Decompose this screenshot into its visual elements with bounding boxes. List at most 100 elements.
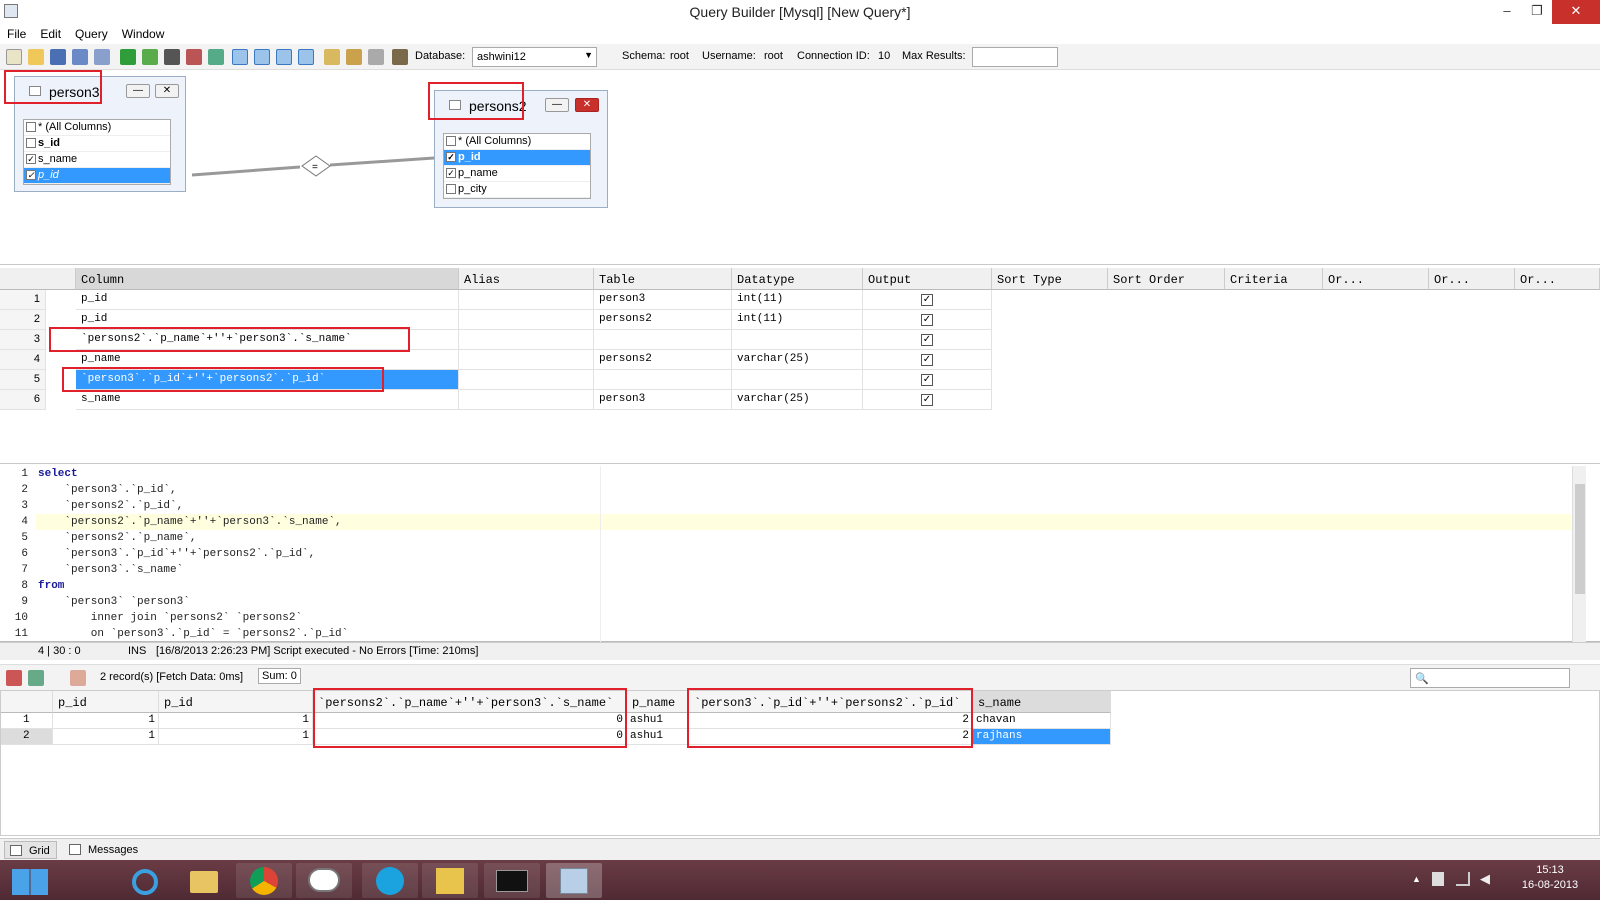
stop-icon[interactable] xyxy=(164,49,180,65)
column-item[interactable]: * (All Columns) xyxy=(444,134,590,150)
minimize-button[interactable]: – xyxy=(1492,0,1522,24)
grid-cell[interactable] xyxy=(459,290,594,310)
column-header[interactable]: Or... xyxy=(1515,268,1600,290)
result-cell[interactable]: 1 xyxy=(53,729,159,745)
result-cell[interactable]: 2 xyxy=(689,713,973,729)
column-header[interactable]: Output xyxy=(863,268,992,290)
column-item[interactable]: ✓ p_id xyxy=(24,168,170,184)
output-checkbox[interactable]: ✓ xyxy=(921,374,933,386)
close-icon[interactable]: ✕ xyxy=(155,84,179,98)
filter-icon[interactable] xyxy=(368,49,384,65)
execute-icon[interactable] xyxy=(120,49,136,65)
grid-cell[interactable] xyxy=(594,330,732,350)
column-header[interactable]: Or... xyxy=(1429,268,1515,290)
cmd-icon[interactable] xyxy=(484,863,540,898)
output-checkbox[interactable]: ✓ xyxy=(921,294,933,306)
grid-cell[interactable] xyxy=(732,370,863,390)
grid-cell[interactable]: varchar(25) xyxy=(732,350,863,370)
checkbox[interactable]: ✓ xyxy=(26,170,36,180)
result-cell[interactable]: rajhans xyxy=(973,729,1111,745)
export-icon[interactable] xyxy=(208,49,224,65)
grid-cell[interactable]: p_name xyxy=(76,350,459,370)
column-header[interactable]: Sort Type xyxy=(992,268,1108,290)
explorer-icon[interactable] xyxy=(176,863,232,898)
table-window-persons2[interactable]: persons2 — ✕ * (All Columns) ✓ p_id ✓ p_na… xyxy=(434,90,608,208)
code-line[interactable]: inner join `persons2` `persons2` xyxy=(38,612,302,624)
output-checkbox[interactable]: ✓ xyxy=(921,394,933,406)
tab-grid[interactable]: Grid xyxy=(4,841,57,859)
menu-window[interactable]: Window xyxy=(115,24,172,41)
result-cell[interactable]: 0 xyxy=(313,713,627,729)
result-cell[interactable]: 2 xyxy=(689,729,973,745)
code-line[interactable]: `person3`.`s_name` xyxy=(38,564,183,576)
minimize-icon[interactable]: — xyxy=(126,84,150,98)
code-line[interactable]: `persons2`.`p_id`, xyxy=(38,500,183,512)
max-results-input[interactable] xyxy=(972,47,1058,67)
result-cell[interactable]: 1 xyxy=(53,713,159,729)
column-header[interactable]: Datatype xyxy=(732,268,863,290)
menu-file[interactable]: File xyxy=(0,24,33,41)
output-checkbox[interactable]: ✓ xyxy=(921,354,933,366)
table-window-person3[interactable]: person3 — ✕ * (All Columns) s_id ✓ s_name… xyxy=(14,76,186,192)
sqlyog-icon[interactable] xyxy=(546,863,602,898)
explain-icon[interactable] xyxy=(186,49,202,65)
refresh-icon[interactable] xyxy=(70,670,86,686)
tab-messages[interactable]: Messages xyxy=(64,841,144,859)
column-item[interactable]: * (All Columns) xyxy=(24,120,170,136)
close-icon[interactable]: ✕ xyxy=(575,98,599,112)
execute-current-icon[interactable] xyxy=(142,49,158,65)
code-line[interactable]: `person3` `person3` xyxy=(38,596,189,608)
ie-icon[interactable] xyxy=(118,863,174,898)
database-select[interactable]: ashwini12 ▼ xyxy=(472,47,597,67)
grid-cell[interactable]: varchar(25) xyxy=(732,390,863,410)
search-input[interactable]: 🔍 xyxy=(1410,668,1570,688)
code-line[interactable]: from xyxy=(38,580,64,592)
result-header[interactable]: p_id xyxy=(53,691,159,713)
grid-cell[interactable] xyxy=(732,330,863,350)
save-icon[interactable] xyxy=(50,49,66,65)
result-cell[interactable]: chavan xyxy=(973,713,1111,729)
sql-editor[interactable]: 1 select 2 `person3`.`p_id`, 3 `persons2… xyxy=(0,466,1600,642)
grid-icon[interactable] xyxy=(324,49,340,65)
minimize-icon[interactable]: — xyxy=(545,98,569,112)
column-item[interactable]: s_id xyxy=(24,136,170,152)
result-header[interactable]: p_id xyxy=(159,691,313,713)
column-header[interactable]: Sort Order xyxy=(1108,268,1225,290)
save-as-icon[interactable] xyxy=(72,49,88,65)
result-cell[interactable]: 1 xyxy=(159,729,313,745)
column-header[interactable]: Or... xyxy=(1323,268,1429,290)
grid-cell[interactable]: persons2 xyxy=(594,310,732,330)
start-button[interactable] xyxy=(6,863,56,898)
grid-cell[interactable] xyxy=(459,370,594,390)
grid-cell[interactable]: p_id xyxy=(76,310,459,330)
grid-cell[interactable]: s_name xyxy=(76,390,459,410)
checkbox[interactable] xyxy=(26,138,36,148)
scrollbar-thumb[interactable] xyxy=(1575,484,1585,594)
close-button[interactable]: ✕ xyxy=(1552,0,1600,24)
gtalk-icon[interactable] xyxy=(296,863,352,898)
checkbox[interactable] xyxy=(446,136,456,146)
grid-cell[interactable]: persons2 xyxy=(594,350,732,370)
layout-icon-3[interactable] xyxy=(276,49,292,65)
output-checkbox[interactable]: ✓ xyxy=(921,334,933,346)
result-header[interactable]: p_name xyxy=(627,691,689,713)
code-line[interactable]: `persons2`.`p_name`, xyxy=(38,532,196,544)
checkbox[interactable]: ✓ xyxy=(446,168,456,178)
grid-cell[interactable]: person3 xyxy=(594,390,732,410)
column-header[interactable]: Table xyxy=(594,268,732,290)
output-checkbox[interactable]: ✓ xyxy=(921,314,933,326)
skype-icon[interactable] xyxy=(362,863,418,898)
result-header[interactable]: `person3`.`p_id`+''+`persons2`.`p_id` xyxy=(689,691,973,713)
result-cell[interactable]: ashu1 xyxy=(627,713,689,729)
restore-button[interactable]: ❐ xyxy=(1522,0,1552,24)
grid-cell[interactable]: `persons2`.`p_name`+''+`person3`.`s_name… xyxy=(76,330,459,350)
checkbox[interactable]: ✓ xyxy=(446,152,456,162)
edit-results-icon[interactable] xyxy=(6,670,22,686)
result-cell[interactable]: ashu1 xyxy=(627,729,689,745)
network-icon[interactable] xyxy=(1456,872,1470,886)
column-item[interactable]: p_city xyxy=(444,182,590,198)
grid-cell[interactable]: int(11) xyxy=(732,290,863,310)
grid-cell[interactable] xyxy=(594,370,732,390)
clock[interactable]: 15:13 16-08-2013 xyxy=(1510,864,1590,891)
grid-cell[interactable]: person3 xyxy=(594,290,732,310)
